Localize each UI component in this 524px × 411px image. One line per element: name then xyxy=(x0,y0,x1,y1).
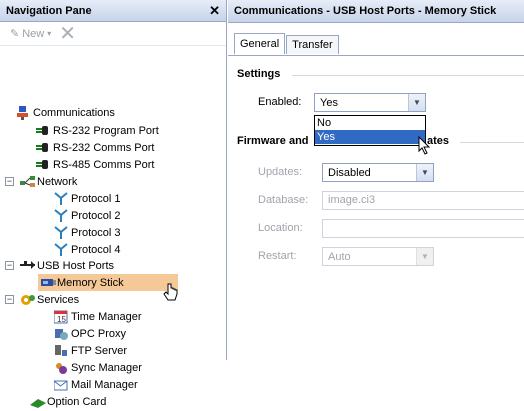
tree-item-label: Network xyxy=(37,175,78,188)
updates-select[interactable]: Disabled ▼ xyxy=(322,163,434,182)
nav-title: Navigation Pane xyxy=(6,4,92,17)
firmware-divider xyxy=(460,142,524,143)
settings-divider xyxy=(292,75,524,76)
port-icon xyxy=(36,158,50,171)
tree-item-rs232-comms-port[interactable]: RS-232 Comms Port xyxy=(36,139,154,156)
database-field[interactable]: image.ci3 xyxy=(322,191,524,210)
collapse-icon[interactable]: − xyxy=(5,295,14,304)
new-label: New xyxy=(22,27,45,40)
tab-general[interactable]: General xyxy=(234,33,286,54)
close-icon[interactable]: ✕ xyxy=(209,4,220,17)
tree-item-label: Sync Manager xyxy=(71,361,142,374)
enabled-label: Enabled: xyxy=(258,96,302,108)
restart-value: Auto xyxy=(328,250,351,263)
dropdown-option-no[interactable]: No xyxy=(315,116,425,130)
tree-item-label: Option Card xyxy=(47,395,107,408)
tab-divider xyxy=(228,55,524,56)
memory-stick-icon xyxy=(40,276,56,289)
database-label: Database: xyxy=(258,194,309,206)
tree-item-mail-manager[interactable]: Mail Manager xyxy=(53,376,138,393)
tree-item-label: Time Manager xyxy=(71,310,142,323)
services-icon xyxy=(20,293,35,306)
tree-item-label: Protocol 1 xyxy=(71,192,121,205)
tree-item-label: Protocol 4 xyxy=(71,243,121,256)
network-icon xyxy=(20,175,35,188)
protocol-icon xyxy=(54,209,68,222)
collapse-icon[interactable]: − xyxy=(5,177,14,186)
main-panel: Communications - USB Host Ports - Memory… xyxy=(228,0,524,360)
tree-item-protocol-1[interactable]: Protocol 1 xyxy=(54,190,121,207)
usb-icon xyxy=(20,259,35,272)
restart-select[interactable]: Auto ▼ xyxy=(322,247,434,266)
tree-item-label: RS-232 Program Port xyxy=(53,124,159,137)
port-icon xyxy=(36,124,50,137)
option-card-icon xyxy=(30,395,46,408)
svg-text:15: 15 xyxy=(57,315,66,324)
port-icon xyxy=(36,141,50,154)
tree-item-network[interactable]: Network xyxy=(20,173,77,190)
navigation-pane: Navigation Pane ✕ ✎ New ▾ ✕ Communicatio… xyxy=(0,0,227,408)
tree-item-ftp-server[interactable]: FTP Server xyxy=(54,342,127,359)
tree-item-label: Memory Stick xyxy=(57,276,124,289)
location-label: Location: xyxy=(258,222,303,234)
hand-cursor-icon xyxy=(163,283,179,308)
chevron-down-icon[interactable]: ▼ xyxy=(416,164,433,181)
tree-item-label: FTP Server xyxy=(71,344,128,357)
sync-manager-icon xyxy=(54,361,68,374)
opc-proxy-icon xyxy=(54,327,68,340)
tree-item-rs485-comms-port[interactable]: RS-485 Comms Port xyxy=(36,156,154,173)
tree-item-label: RS-485 Comms Port xyxy=(53,158,155,171)
protocol-icon xyxy=(54,243,68,256)
nav-toolbar: ✎ New ▾ ✕ xyxy=(0,22,226,46)
mail-icon xyxy=(53,378,68,391)
tab-bar: General Transfer xyxy=(234,33,340,55)
nav-header: Navigation Pane ✕ xyxy=(0,0,226,22)
tree-item-usb-host-ports[interactable]: USB Host Ports xyxy=(20,257,114,274)
updates-label: Updates: xyxy=(258,166,303,178)
firmware-group-title: Firmware and xyxy=(237,135,309,147)
tree-item-opc-proxy[interactable]: OPC Proxy xyxy=(54,325,126,342)
ftp-server-icon xyxy=(54,344,68,357)
tree-item-label: USB Host Ports xyxy=(37,259,115,272)
tree-item-sync-manager[interactable]: Sync Manager xyxy=(54,359,142,376)
enabled-dropdown-list: No Yes xyxy=(314,115,426,146)
tree-item-time-manager[interactable]: 15 Time Manager xyxy=(53,308,142,325)
tree-item-label: Protocol 2 xyxy=(71,209,121,222)
updates-value: Disabled xyxy=(328,166,371,179)
communications-icon xyxy=(16,106,30,120)
chevron-down-icon[interactable]: ▼ xyxy=(408,94,425,111)
enabled-value: Yes xyxy=(320,96,338,109)
protocol-icon xyxy=(54,192,68,205)
tree-item-label: Mail Manager xyxy=(71,378,138,391)
tree-item-label: RS-232 Comms Port xyxy=(53,141,155,154)
tree-item-memory-stick[interactable]: Memory Stick xyxy=(38,274,178,291)
tree-item-label: Communications xyxy=(33,106,115,119)
new-button[interactable]: ✎ New ▾ xyxy=(10,27,52,41)
tree-item-protocol-4[interactable]: Protocol 4 xyxy=(54,241,121,258)
settings-group-title: Settings xyxy=(237,68,281,80)
tree-item-protocol-2[interactable]: Protocol 2 xyxy=(54,207,121,224)
calendar-icon: 15 xyxy=(53,310,68,324)
restart-label: Restart: xyxy=(258,250,297,262)
tree-item-label: OPC Proxy xyxy=(71,327,127,340)
tab-transfer[interactable]: Transfer xyxy=(286,35,339,54)
chevron-down-icon[interactable]: ▼ xyxy=(416,248,433,265)
tree-item-protocol-3[interactable]: Protocol 3 xyxy=(54,224,121,241)
tree-item-label: Protocol 3 xyxy=(71,226,121,239)
delete-button[interactable]: ✕ xyxy=(59,24,76,44)
arrow-cursor-icon xyxy=(418,135,432,159)
dropdown-option-yes[interactable]: Yes xyxy=(315,130,425,144)
location-field[interactable] xyxy=(322,219,524,238)
collapse-icon[interactable]: − xyxy=(5,261,14,270)
tree-item-communications[interactable]: Communications xyxy=(16,104,115,121)
enabled-select[interactable]: Yes ▼ xyxy=(314,93,426,112)
tree-item-rs232-program-port[interactable]: RS-232 Program Port xyxy=(36,122,159,139)
tree-item-label: Services xyxy=(37,293,80,306)
tree-item-option-card[interactable]: Option Card xyxy=(30,393,106,410)
tree-item-services[interactable]: Services xyxy=(20,291,79,308)
new-icon: ✎ xyxy=(10,28,20,40)
page-title: Communications - USB Host Ports - Memory… xyxy=(228,0,524,23)
chevron-down-icon: ▾ xyxy=(47,29,52,38)
protocol-icon xyxy=(54,226,68,239)
